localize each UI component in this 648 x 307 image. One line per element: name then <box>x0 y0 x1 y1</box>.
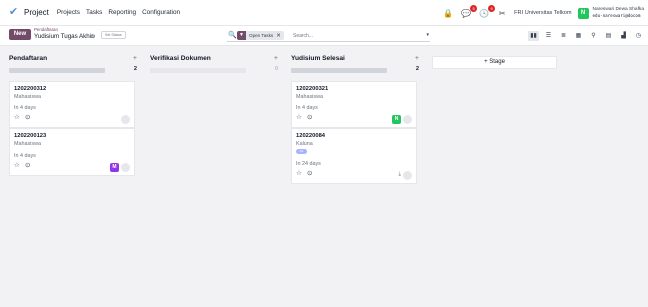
systray: 🔒 💬 5 🕓 9 ✂ FRI Universitas Telkom N Nares… <box>442 4 644 22</box>
filter-facet: ▼ Open Tasks ✕ <box>237 31 284 40</box>
plus-icon[interactable]: + <box>274 55 278 62</box>
star-icon[interactable]: ☆ <box>14 113 20 121</box>
search-bar: 🔍 ▼ Open Tasks ✕ ▾ <box>227 30 430 42</box>
star-icon[interactable]: ☆ <box>296 113 302 121</box>
column-title[interactable]: Yudisium Selesai + <box>291 55 419 66</box>
status-dot[interactable] <box>121 163 130 172</box>
progress-bar[interactable] <box>9 68 105 73</box>
app-name[interactable]: Project <box>24 8 49 17</box>
set-status-button[interactable]: Set Status <box>101 31 126 39</box>
kanban-card[interactable]: 1202200321 Mahasiswa In 4 days ☆ ⊙ N <box>291 81 417 128</box>
close-icon[interactable]: ✕ <box>276 33 284 39</box>
tools-icon[interactable]: ✂ <box>496 9 508 18</box>
facet-label: Open Tasks <box>249 33 274 38</box>
company-switcher[interactable]: FRI Universitas Telkom <box>514 10 571 16</box>
card-subtitle: Mahasiswa <box>296 94 323 100</box>
search-input[interactable] <box>293 31 413 40</box>
star-icon[interactable]: ☆ <box>296 169 302 177</box>
chat-icon[interactable]: 💬 5 <box>460 4 478 18</box>
new-button[interactable]: New <box>9 29 31 40</box>
card-subtitle: Mahasiswa <box>14 94 41 100</box>
card-title: 1202200312 <box>14 86 47 92</box>
column-count: 0 <box>274 66 278 72</box>
download-icon[interactable]: ⤓ <box>399 171 401 178</box>
card-deadline: In 4 days <box>14 153 36 159</box>
star-icon[interactable]: ☆ <box>14 161 20 169</box>
check-logo-icon: ✔ <box>8 6 19 18</box>
menu-tasks[interactable]: Tasks <box>86 9 102 16</box>
column-count: 2 <box>133 66 137 72</box>
clock-icon[interactable]: ⊙ <box>25 113 31 121</box>
kanban-card[interactable]: 120220084 Kaluna S1 In 24 days ☆ ⊙ ⤓ <box>291 128 417 184</box>
breadcrumb-current: Yudisium Tugas Akhir <box>34 33 94 40</box>
list-icon[interactable]: ☰ <box>543 31 554 41</box>
card-deadline: In 4 days <box>14 105 36 111</box>
calendar-icon[interactable]: ▦ <box>573 31 584 41</box>
gear-icon[interactable]: ⚙ <box>91 34 95 40</box>
activity-badge: 5 <box>470 4 478 12</box>
status-dot[interactable] <box>121 115 130 124</box>
progress-bar[interactable] <box>150 68 246 73</box>
user-menu[interactable]: Nareswari Dewa Shafka edu-nareswari@doco… <box>593 7 644 18</box>
plus-icon[interactable]: + <box>133 55 137 62</box>
top-navbar: ✔ Project Projects Tasks Reporting Confi… <box>0 0 648 26</box>
brand[interactable]: ✔ Project <box>7 6 57 19</box>
kanban-column-verifikasi: Verifikasi Dokumen + 0 <box>150 55 278 73</box>
column-count: 2 <box>415 66 419 72</box>
progress-bar[interactable] <box>291 68 387 73</box>
status-dot[interactable] <box>403 171 412 180</box>
user-email: edu-nareswari@docom <box>592 13 641 18</box>
view-switcher: ▮▮ ☰ ≣ ▦ ⚲ ▤ ▟ ◷ <box>524 31 644 41</box>
column-title[interactable]: Verifikasi Dokumen + <box>150 55 278 66</box>
tag-badge: S1 <box>296 149 307 154</box>
avatar[interactable]: N <box>392 115 401 124</box>
column-title[interactable]: Pendaftaran + <box>9 55 137 66</box>
status-dot[interactable] <box>403 115 412 124</box>
filter-icon: ▼ <box>237 31 246 40</box>
kanban-column-pendaftaran: Pendaftaran + 2 <box>9 55 137 73</box>
clock-icon[interactable]: ⊙ <box>25 161 31 169</box>
chevron-down-icon[interactable]: ▾ <box>426 32 429 38</box>
add-stage-label: Stage <box>489 59 505 65</box>
menu-configuration[interactable]: Configuration <box>142 9 180 16</box>
plus-icon[interactable]: + <box>415 55 419 62</box>
lock-icon[interactable]: 🔒 <box>442 9 454 18</box>
card-title: 1202200123 <box>14 133 47 139</box>
menu-projects[interactable]: Projects <box>57 9 80 16</box>
search-icon[interactable]: 🔍 <box>228 31 237 39</box>
card-subtitle: Kaluna <box>296 141 313 147</box>
clock-badge: 9 <box>488 4 496 12</box>
pivot-icon[interactable]: ▤ <box>603 31 614 41</box>
kanban-icon[interactable]: ▮▮ <box>528 31 539 41</box>
activity-icon[interactable]: ◷ <box>633 31 644 41</box>
card-deadline: In 4 days <box>296 105 318 111</box>
kanban-card[interactable]: 1202200312 Mahasiswa In 4 days ☆ ⊙ <box>9 81 135 128</box>
graph-icon[interactable]: ▟ <box>618 31 629 41</box>
add-stage-button[interactable]: + Stage <box>432 56 557 69</box>
card-deadline: In 24 days <box>296 161 321 167</box>
map-pin-icon[interactable]: ⚲ <box>588 31 599 41</box>
menu-reporting[interactable]: Reporting <box>108 9 136 16</box>
gantt-icon[interactable]: ≣ <box>558 31 569 41</box>
control-panel: New Pendaftaran Yudisium Tugas Akhir ⚙ S… <box>0 26 648 46</box>
card-title: 1202200321 <box>296 86 329 92</box>
card-subtitle: Mahasiswa <box>14 141 41 147</box>
breadcrumb-parent[interactable]: Pendaftaran <box>34 27 58 32</box>
clock-icon[interactable]: ⊙ <box>307 113 313 121</box>
user-avatar[interactable]: N <box>577 7 589 19</box>
clock-icon[interactable]: ⊙ <box>307 169 313 177</box>
clock-icon[interactable]: 🕓 9 <box>478 4 496 18</box>
card-title: 120220084 <box>296 133 326 139</box>
kanban-column-yudisium: Yudisium Selesai + 2 <box>291 55 419 73</box>
kanban-card[interactable]: 1202200123 Mahasiswa In 4 days ☆ ⊙ M <box>9 128 135 176</box>
avatar[interactable]: M <box>110 163 119 172</box>
